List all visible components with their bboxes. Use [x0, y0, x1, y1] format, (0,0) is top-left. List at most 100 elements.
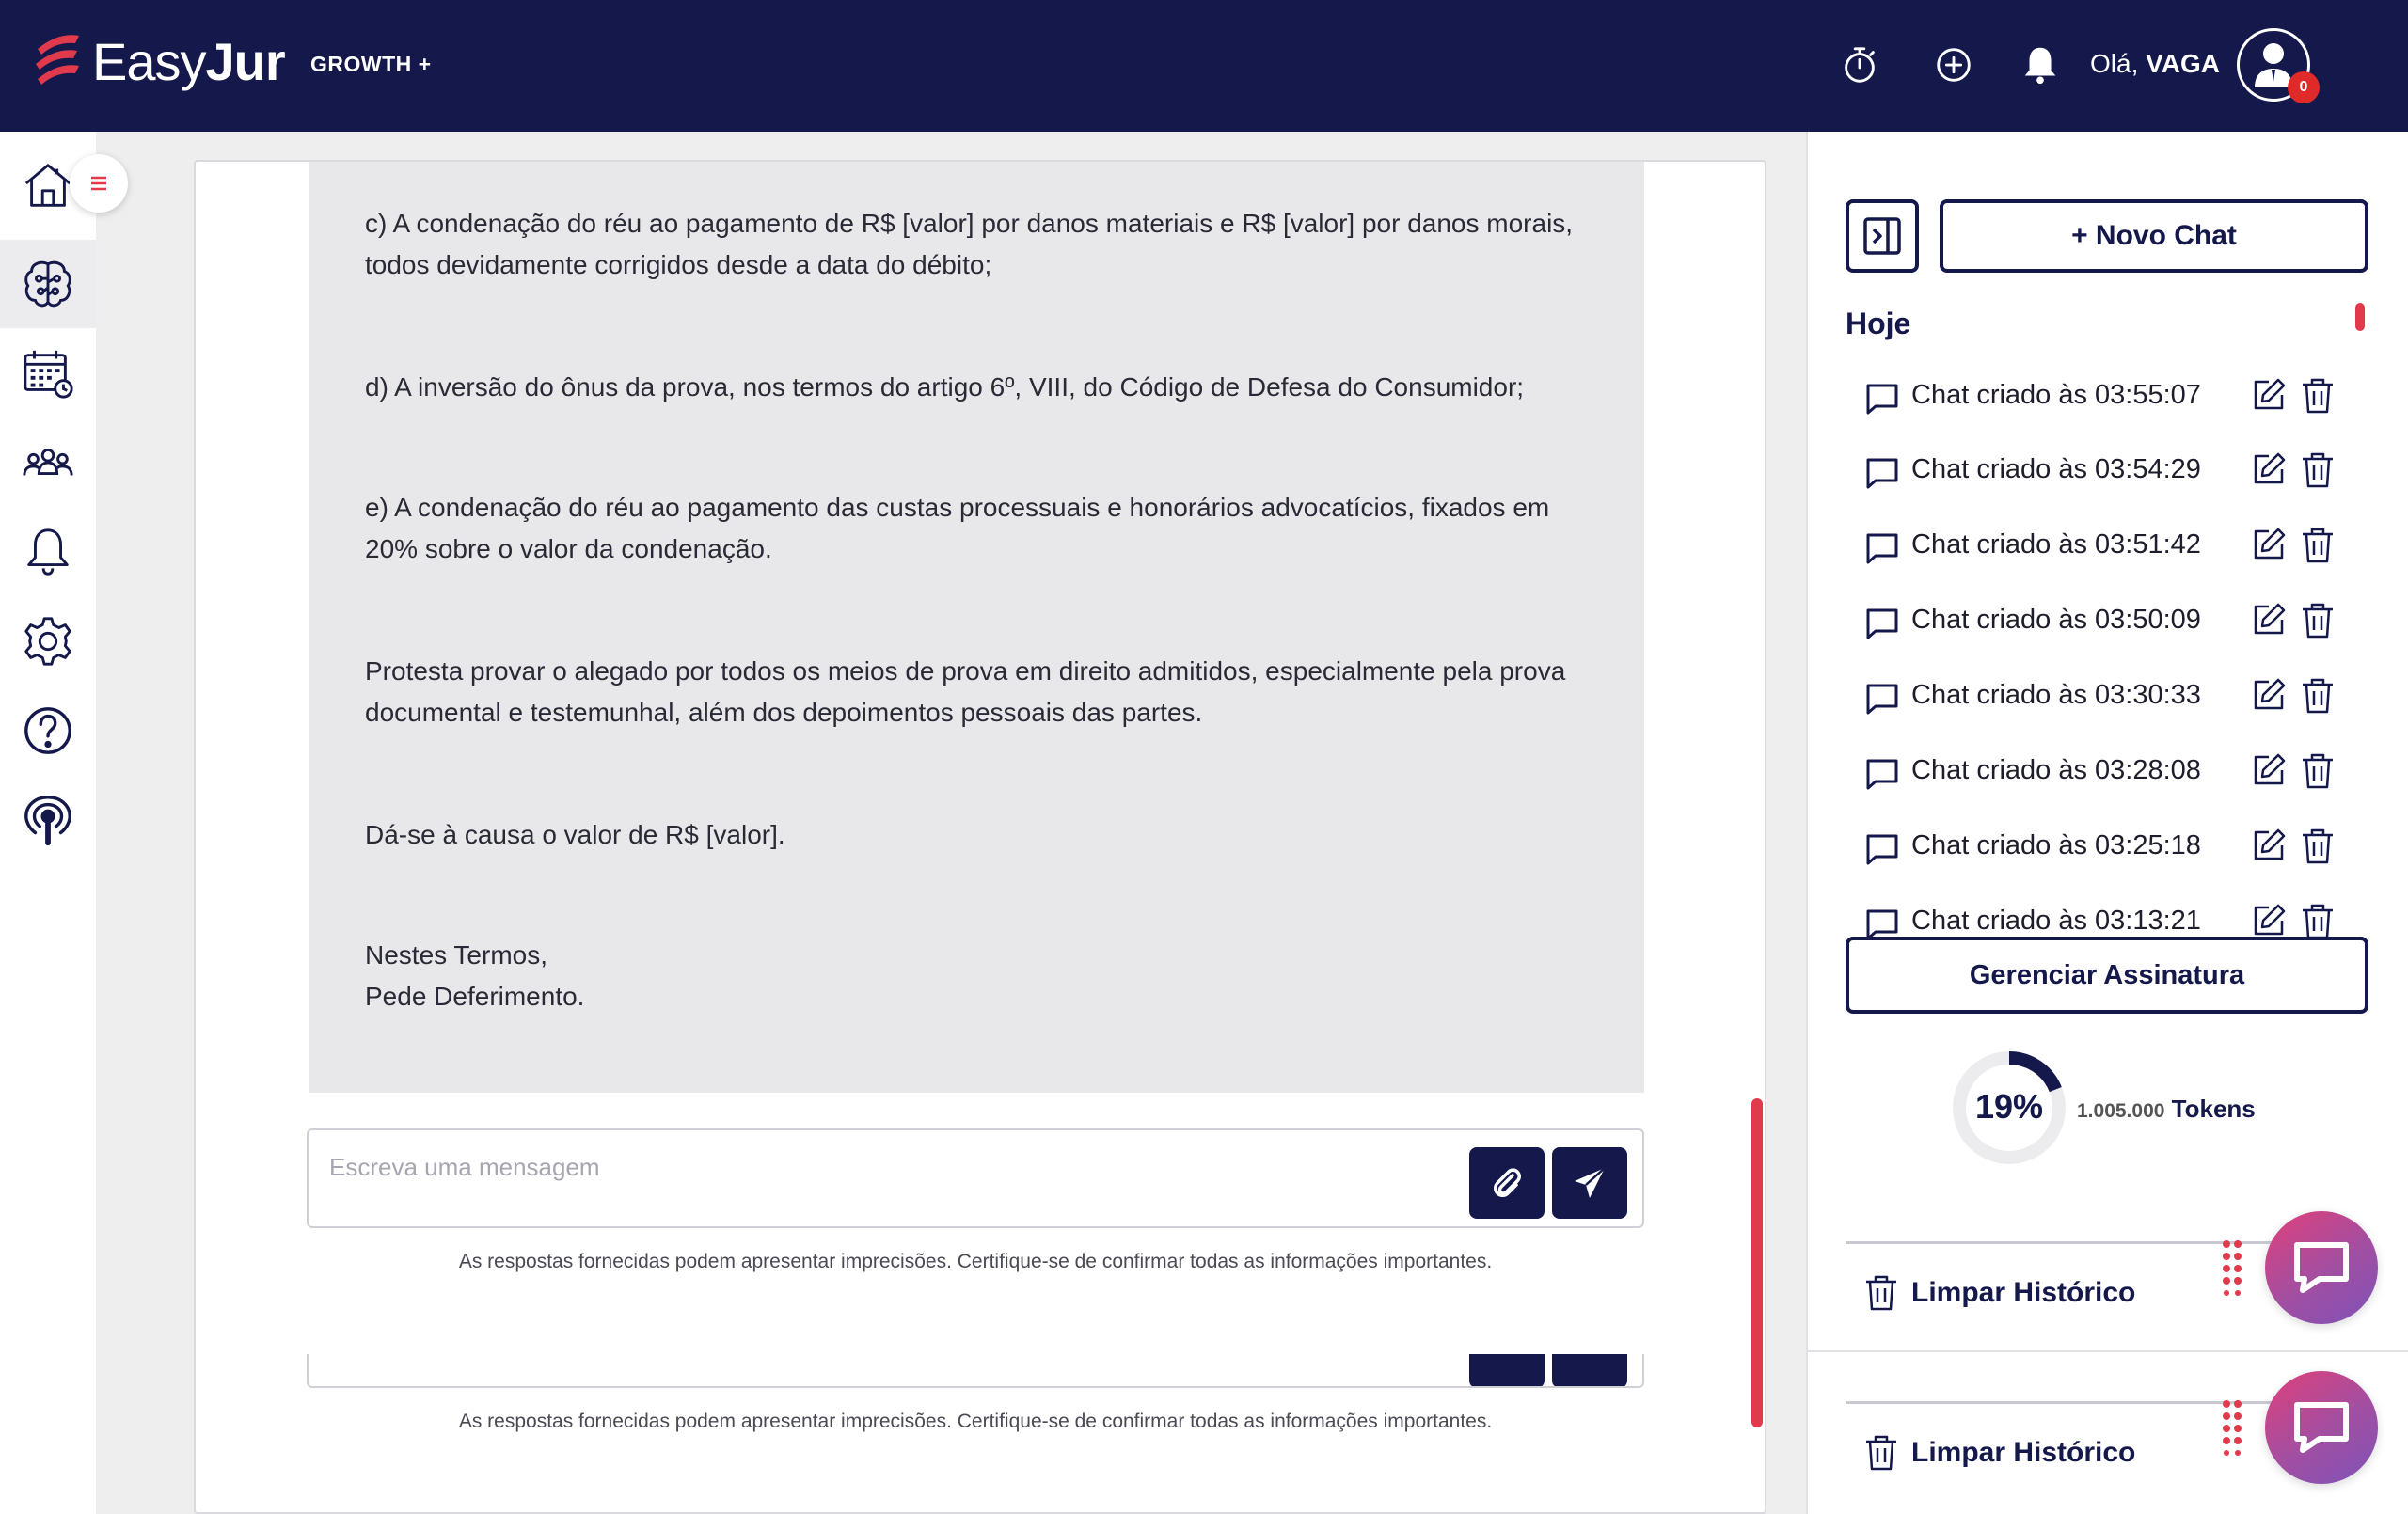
send-icon	[1575, 1167, 1606, 1198]
message-paragraph: c) A condenação do réu ao pagamento de R…	[365, 209, 1574, 279]
calendar-icon	[24, 350, 73, 399]
chat-title: Chat criado às 03:55:07	[1911, 380, 2201, 410]
chat-support-icon	[2294, 1242, 2349, 1293]
nav-help[interactable]	[0, 686, 96, 775]
attach-button[interactable]	[1469, 1147, 1545, 1219]
trash-icon[interactable]	[2299, 526, 2337, 565]
disclaimer-text: As respostas fornecidas podem apresentar…	[458, 1251, 1493, 1272]
disclaimer-text: As respostas fornecidas podem apresentar…	[458, 1411, 1493, 1432]
edit-icon[interactable]	[2250, 376, 2288, 414]
chat-title: Chat criado às 03:13:21	[1911, 906, 2201, 936]
trash-icon[interactable]	[2299, 676, 2337, 716]
notification-count-badge: 0	[2288, 71, 2320, 103]
assistant-message: c) A condenação do réu ao pagamento de R…	[309, 162, 1644, 1093]
chat-history-item[interactable]: Chat criado às 03:54:29	[1846, 443, 2353, 499]
chat-title: Chat criado às 03:25:18	[1911, 830, 2201, 860]
trash-icon[interactable]	[2299, 601, 2337, 640]
chat-history-list: Chat criado às 03:55:07 Chat criado às 0…	[1846, 369, 2353, 938]
message-paragraph: Protesta provar o alegado por todos os m…	[365, 656, 1566, 727]
people-icon	[23, 449, 73, 476]
send-button[interactable]	[1552, 1354, 1627, 1386]
attach-button[interactable]	[1469, 1354, 1545, 1386]
edit-icon[interactable]	[2250, 827, 2288, 864]
chat-history-item[interactable]: Chat criado às 03:30:33	[1846, 669, 2353, 725]
plan-label: GROWTH +	[310, 52, 432, 76]
chat-title: Chat criado às 03:51:42	[1911, 529, 2201, 560]
chat-history-item[interactable]: Chat criado às 03:50:09	[1846, 593, 2353, 650]
nav-settings[interactable]	[0, 597, 96, 686]
history-scrollbar[interactable]	[2355, 303, 2365, 331]
menu-icon	[91, 176, 106, 191]
podcast-icon	[24, 796, 71, 846]
home-icon	[24, 164, 71, 207]
trash-icon[interactable]	[2299, 751, 2337, 791]
trash-icon[interactable]	[2299, 376, 2337, 416]
chat-title: Chat criado às 03:28:08	[1911, 755, 2201, 785]
chat-history-item[interactable]: Chat criado às 03:25:18	[1846, 819, 2353, 875]
support-chat-button[interactable]	[2265, 1211, 2378, 1324]
chat-history-item[interactable]: Chat criado às 03:28:08	[1846, 744, 2353, 800]
manage-subscription-button[interactable]: Gerenciar Assinatura	[1846, 937, 2368, 1014]
trash-icon[interactable]	[2299, 450, 2337, 490]
chat-history-item[interactable]: Chat criado às 03:51:42	[1846, 518, 2353, 575]
trash-icon[interactable]	[2299, 827, 2337, 866]
sidebar-collapse-icon	[1863, 217, 1901, 255]
send-button[interactable]	[1552, 1147, 1627, 1219]
sidebar-divider	[1806, 1350, 2408, 1352]
trash-icon	[1866, 1275, 1896, 1311]
drag-handle-icon[interactable]	[2222, 1239, 2244, 1296]
plus-circle-icon[interactable]	[1930, 41, 1977, 88]
token-count: 1.005.000 Tokens	[2077, 1095, 2256, 1124]
edit-icon[interactable]	[2250, 601, 2288, 639]
chat-bubble-icon	[1866, 909, 1898, 938]
edit-icon[interactable]	[2250, 751, 2288, 789]
nav-podcast[interactable]	[0, 776, 96, 864]
clear-history-button[interactable]: Limpar Histórico	[1862, 1273, 2135, 1313]
chat-history-item[interactable]: Chat criado às 03:13:21	[1846, 894, 2353, 938]
trash-icon[interactable]	[2299, 902, 2337, 938]
easyjur-logo-icon	[36, 35, 79, 85]
message-paragraph: e) A condenação do réu ao pagamento das …	[365, 493, 1550, 563]
edit-icon[interactable]	[2250, 676, 2288, 714]
clear-history-label: Limpar Histórico	[1911, 1277, 2136, 1308]
new-chat-button[interactable]: + Novo Chat	[1940, 199, 2368, 273]
token-usage-percent: 19%	[1974, 1087, 2044, 1126]
edit-icon[interactable]	[2250, 450, 2288, 488]
bell-icon	[27, 528, 69, 576]
brand-logo[interactable]: EasyJur	[34, 28, 286, 94]
bell-icon[interactable]	[2017, 41, 2064, 88]
paperclip-icon	[1494, 1168, 1521, 1197]
brain-icon	[24, 260, 71, 308]
left-navigation	[0, 132, 96, 1514]
help-icon	[24, 707, 71, 754]
collapse-sidebar-button[interactable]	[1846, 199, 1919, 273]
edit-icon[interactable]	[2250, 902, 2288, 938]
clear-history-button[interactable]: Limpar Histórico	[1862, 1433, 2135, 1473]
trash-icon	[1866, 1435, 1896, 1471]
edit-icon[interactable]	[2250, 526, 2288, 563]
chat-bubble-icon	[1866, 533, 1898, 564]
chat-panel: c) A condenação do réu ao pagamento de R…	[194, 160, 1766, 1514]
chat-scrollbar[interactable]	[1751, 1098, 1763, 1427]
message-input[interactable]	[327, 1147, 1460, 1187]
chat-bubble-icon	[1866, 384, 1898, 415]
chat-bubble-icon	[1866, 608, 1898, 639]
chat-history-item[interactable]: Chat criado às 03:55:07	[1846, 369, 2353, 425]
clear-history-label: Limpar Histórico	[1911, 1437, 2136, 1468]
nav-notifications[interactable]	[0, 508, 96, 596]
chat-bubble-icon	[1866, 834, 1898, 865]
nav-ai-brain[interactable]	[0, 240, 96, 328]
support-chat-button[interactable]	[2265, 1371, 2378, 1484]
message-composer-duplicate	[307, 1354, 1644, 1388]
chat-bubble-icon	[1866, 684, 1898, 715]
chat-title: Chat criado às 03:30:33	[1911, 680, 2201, 710]
gear-icon	[24, 617, 71, 666]
message-paragraph: d) A inversão do ônus da prova, nos term…	[365, 372, 1525, 402]
nav-team[interactable]	[0, 418, 96, 507]
menu-toggle-button[interactable]	[70, 154, 128, 213]
message-paragraph: Dá-se à causa o valor de R$ [valor].	[365, 820, 785, 849]
nav-calendar[interactable]	[0, 329, 96, 418]
timer-icon[interactable]	[1836, 41, 1883, 88]
top-header: EasyJur GROWTH + Olá, VAGA 0	[0, 0, 2408, 132]
drag-handle-icon[interactable]	[2222, 1399, 2244, 1456]
